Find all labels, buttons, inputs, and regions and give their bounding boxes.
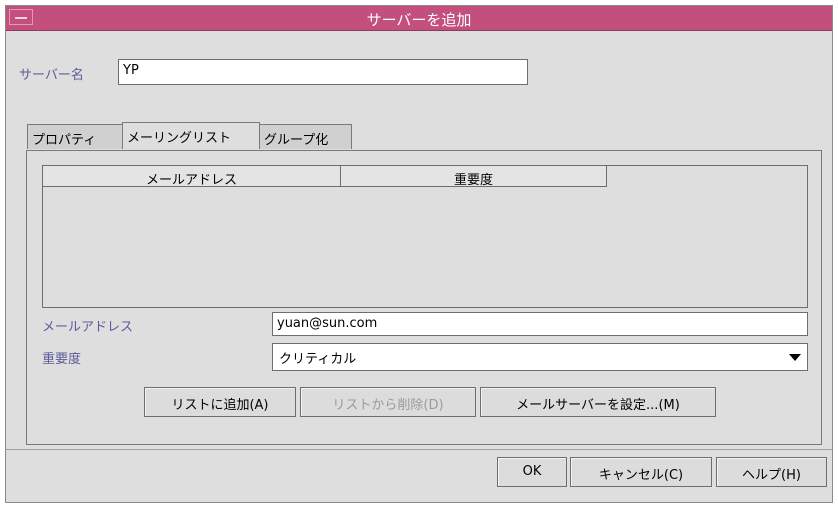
- email-field[interactable]: yuan@sun.com: [272, 312, 808, 336]
- remove-from-list-button[interactable]: リストから削除(D): [300, 387, 476, 417]
- mailing-list-table[interactable]: メールアドレス 重要度: [42, 165, 808, 308]
- chevron-down-icon[interactable]: [789, 354, 801, 361]
- tab-grouping[interactable]: グループ化: [259, 124, 352, 149]
- add-to-list-button[interactable]: リストに追加(A): [144, 387, 296, 417]
- tab-mailing-list[interactable]: メーリングリスト: [122, 122, 260, 149]
- title-bar[interactable]: サーバーを追加: [6, 6, 832, 31]
- add-server-dialog: サーバーを追加 サーバー名 YP プロパティ メーリングリスト グループ化 メー…: [5, 5, 833, 503]
- column-header-importance[interactable]: 重要度: [341, 166, 607, 188]
- footer-divider: [6, 449, 832, 450]
- set-mail-server-button[interactable]: メールサーバーを設定...(M): [480, 387, 716, 417]
- column-header-email[interactable]: メールアドレス: [43, 166, 341, 188]
- window-title: サーバーを追加: [366, 11, 472, 29]
- cancel-button[interactable]: キャンセル(C): [570, 457, 712, 487]
- importance-label: 重要度: [42, 352, 82, 367]
- importance-selected-value: クリティカル: [279, 352, 357, 367]
- server-name-input[interactable]: YP: [118, 59, 528, 85]
- server-name-label: サーバー名: [19, 68, 84, 83]
- importance-select[interactable]: クリティカル: [272, 343, 808, 371]
- help-button[interactable]: ヘルプ(H): [716, 457, 827, 487]
- email-label: メールアドレス: [42, 320, 134, 335]
- ok-button[interactable]: OK: [497, 457, 567, 487]
- tab-properties[interactable]: プロパティ: [27, 124, 123, 149]
